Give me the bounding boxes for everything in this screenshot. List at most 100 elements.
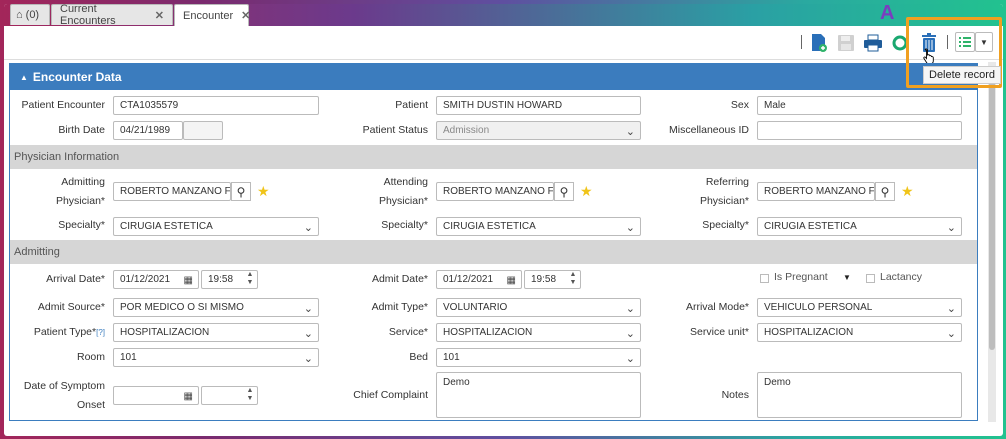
- close-icon[interactable]: ✕: [241, 9, 250, 22]
- tab-label: Current Encounters: [60, 4, 116, 27]
- room-label: Room: [76, 351, 105, 363]
- lactancy-checkbox[interactable]: [866, 274, 875, 283]
- arrival-mode-value: VEHICULO PERSONAL: [764, 302, 873, 313]
- notes-textarea[interactable]: Demo: [757, 372, 962, 418]
- attending-search-button[interactable]: ⚲: [554, 182, 574, 201]
- chevron-down-icon: ⌄: [946, 303, 956, 315]
- arrival-time-field[interactable]: 19:58 ▲ ▼: [201, 270, 258, 289]
- admitting-physician-label-2: Physician*: [55, 195, 105, 207]
- admit-type-select[interactable]: VOLUNTARIO ⌄: [436, 298, 641, 317]
- time-stepper-icon[interactable]: ▲ ▼: [244, 271, 256, 288]
- time-stepper-icon[interactable]: ▲ ▼: [244, 387, 256, 404]
- admit-time-value: 19:58: [531, 274, 557, 285]
- specialty-value: CIRUGIA ESTETICA: [120, 221, 213, 232]
- tab-label: Encounter: [183, 9, 234, 22]
- birth-date-field[interactable]: 04/21/1989: [113, 121, 183, 140]
- star-icon[interactable]: ★: [257, 182, 270, 201]
- notes-label: Notes: [721, 389, 749, 401]
- tab-home[interactable]: ⌂ (0): [10, 4, 50, 25]
- room-select[interactable]: 101 ⌄: [113, 348, 319, 367]
- caret-down-icon: ▼: [843, 273, 851, 282]
- patient-field[interactable]: SMITH DUSTIN HOWARD: [436, 96, 641, 115]
- patient-type-label-text: Patient Type*: [33, 326, 97, 338]
- calendar-icon[interactable]: ▦: [184, 388, 193, 404]
- arrival-time-value: 19:58: [208, 274, 234, 285]
- chevron-down-icon: ⌄: [303, 303, 313, 315]
- chief-complaint-textarea[interactable]: Demo: [436, 372, 641, 418]
- chief-complaint-label: Chief Complaint: [353, 389, 428, 401]
- star-icon[interactable]: ★: [901, 182, 914, 201]
- patient-encounter-field[interactable]: CTA1035579: [113, 96, 319, 115]
- vertical-scrollbar[interactable]: [988, 62, 996, 422]
- chevron-down-icon: ⌄: [625, 222, 635, 234]
- arrival-date-field[interactable]: 01/12/2021 ▦: [113, 270, 199, 289]
- scrollbar-thumb[interactable]: [989, 70, 995, 350]
- new-record-button[interactable]: [808, 32, 830, 54]
- search-icon: ⚲: [880, 184, 890, 199]
- toolbar: ▼: [4, 26, 1003, 65]
- calendar-icon[interactable]: ▦: [507, 272, 516, 288]
- arrival-mode-select[interactable]: VEHICULO PERSONAL ⌄: [757, 298, 962, 317]
- admitting-physician-field[interactable]: ROBERTO MANZANO FL: [113, 182, 231, 201]
- attending-specialty-select[interactable]: CIRUGIA ESTETICA ⌄: [436, 217, 641, 236]
- room-value: 101: [120, 352, 137, 363]
- chevron-down-icon: ⌄: [625, 328, 635, 340]
- referring-search-button[interactable]: ⚲: [875, 182, 895, 201]
- service-select[interactable]: HOSPITALIZACION ⌄: [436, 323, 641, 342]
- patient-status-label: Patient Status: [362, 124, 428, 136]
- service-label: Service*: [388, 326, 428, 338]
- specialty-value: CIRUGIA ESTETICA: [764, 221, 857, 232]
- chevron-down-icon: ⌄: [303, 222, 313, 234]
- age-field: [183, 121, 223, 140]
- admitting-specialty-select[interactable]: CIRUGIA ESTETICA ⌄: [113, 217, 319, 236]
- is-pregnant-checkbox[interactable]: [760, 274, 769, 283]
- bed-value: 101: [443, 352, 460, 363]
- calendar-icon[interactable]: ▦: [184, 272, 193, 288]
- toolbar-divider: [801, 35, 802, 49]
- tab-home-label: (0): [25, 9, 40, 21]
- referring-physician-field[interactable]: ROBERTO MANZANO FL: [757, 182, 875, 201]
- specialty-label: Specialty*: [58, 219, 105, 231]
- star-icon[interactable]: ★: [580, 182, 593, 201]
- patient-status-value: Admission: [443, 125, 490, 136]
- chevron-down-icon: ⌄: [303, 353, 313, 365]
- chevron-down-icon: ⌄: [625, 303, 635, 315]
- sex-field[interactable]: Male: [757, 96, 962, 115]
- referring-physician-label-2: Physician*: [699, 195, 749, 207]
- print-button[interactable]: [862, 32, 884, 54]
- referring-specialty-select[interactable]: CIRUGIA ESTETICA ⌄: [757, 217, 962, 236]
- symptom-onset-label-2: Onset: [76, 399, 105, 411]
- patient-label: Patient: [395, 99, 428, 111]
- is-pregnant-label: Is Pregnant: [774, 271, 828, 283]
- tab-current-encounters[interactable]: Current Encounters ✕: [51, 4, 173, 27]
- patient-status-select[interactable]: Admission ⌄: [436, 121, 641, 140]
- admit-source-select[interactable]: POR MEDICO O SI MISMO ⌄: [113, 298, 319, 317]
- patient-type-value: HOSPITALIZACION: [120, 327, 210, 338]
- encounter-data-panel: ▲ Encounter Data Patient Encounter CTA10…: [9, 63, 978, 421]
- service-unit-label: Service unit*: [690, 326, 749, 338]
- symptom-onset-time-field[interactable]: ▲ ▼: [201, 386, 258, 405]
- home-icon: ⌂: [16, 9, 23, 21]
- admitting-search-button[interactable]: ⚲: [231, 182, 251, 201]
- admit-date-field[interactable]: 01/12/2021 ▦: [436, 270, 522, 289]
- patient-type-select[interactable]: HOSPITALIZACION ⌄: [113, 323, 319, 342]
- arrival-date-label: Arrival Date*: [46, 273, 105, 285]
- bed-select[interactable]: 101 ⌄: [436, 348, 641, 367]
- save-button[interactable]: [835, 32, 857, 54]
- service-unit-select[interactable]: HOSPITALIZACION ⌄: [757, 323, 962, 342]
- symptom-onset-date-field[interactable]: ▦: [113, 386, 199, 405]
- time-stepper-icon[interactable]: ▲ ▼: [567, 271, 579, 288]
- help-link[interactable]: [?]: [96, 328, 105, 337]
- close-icon[interactable]: ✕: [155, 9, 164, 22]
- delete-record-tooltip: Delete record: [923, 66, 1001, 84]
- bed-label: Bed: [409, 351, 428, 363]
- tab-encounter[interactable]: Encounter ✕: [174, 4, 250, 26]
- panel-header[interactable]: ▲ Encounter Data: [10, 64, 977, 90]
- admit-time-field[interactable]: 19:58 ▲ ▼: [524, 270, 581, 289]
- misc-id-field[interactable]: [757, 121, 962, 140]
- arrival-mode-label: Arrival Mode*: [685, 301, 749, 313]
- attending-physician-field[interactable]: ROBERTO MANZANO FL: [436, 182, 554, 201]
- patient-encounter-label: Patient Encounter: [21, 99, 105, 111]
- app-window: ⌂ (0) Current Encounters ✕ Encounter ✕ ▼…: [4, 4, 1003, 436]
- lactancy-label: Lactancy: [880, 271, 923, 283]
